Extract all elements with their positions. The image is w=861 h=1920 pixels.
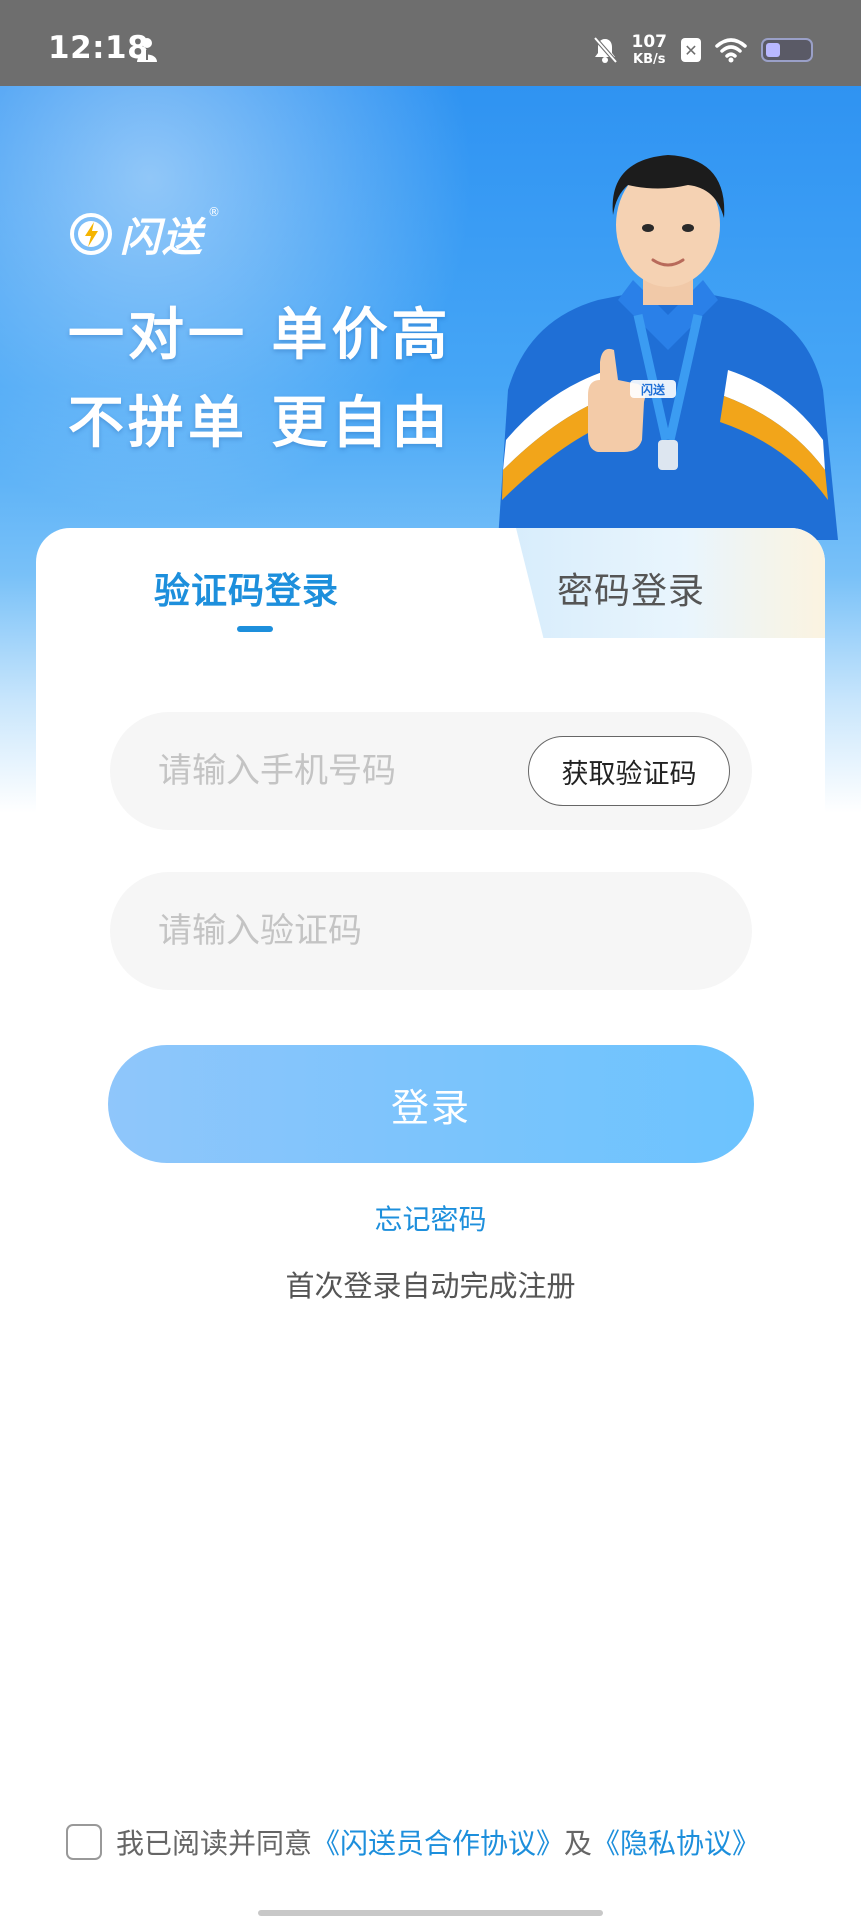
net-speed-value: 107 (631, 32, 668, 52)
person-icon (137, 38, 157, 62)
brand-name: 闪送 (120, 215, 204, 261)
forgot-password-link[interactable]: 忘记密码 (36, 1198, 825, 1238)
home-indicator[interactable] (258, 1910, 603, 1916)
get-code-button[interactable]: 获取验证码 (528, 736, 730, 806)
registered-mark: ® (208, 205, 220, 219)
brand-logo: 闪送 ® (68, 205, 220, 263)
slogan-line-1: 一对一 单价高 (68, 303, 452, 368)
phone-input[interactable] (158, 712, 538, 830)
status-bar: 12:18 107 KB/s ✕ (0, 0, 861, 86)
code-input[interactable] (158, 872, 538, 990)
lightning-logo-icon (70, 213, 112, 255)
jacket-badge-text: 闪送 (641, 382, 666, 397)
mute-bell-icon (592, 36, 618, 64)
courier-agreement-link[interactable]: 《闪送员合作协议》 (312, 1822, 564, 1862)
net-speed-unit: KB/s (633, 52, 666, 67)
privacy-agreement-link[interactable]: 《隐私协议》 (592, 1822, 760, 1862)
battery-level (766, 43, 780, 57)
agreement-row: 我已阅读并同意 《闪送员合作协议》 及 《隐私协议》 (66, 1822, 760, 1862)
tab-sms-login[interactable]: 验证码登录 (154, 562, 339, 614)
wifi-icon (715, 38, 747, 63)
courier-illustration: 闪送 (498, 155, 838, 540)
status-icons: 107 KB/s ✕ (592, 28, 813, 72)
status-time: 12:18 (48, 30, 150, 66)
code-field (110, 872, 752, 990)
tab-password-login[interactable]: 密码登录 (557, 562, 705, 614)
agreement-conjunction: 及 (564, 1827, 593, 1860)
sim-x-icon: ✕ (681, 38, 701, 62)
login-card: 验证码登录 密码登录 获取验证码 登录 忘记密码 首次登录自动完成注册 (36, 528, 825, 1728)
battery-icon (761, 38, 813, 62)
agreement-prefix: 我已阅读并同意 (116, 1827, 313, 1860)
login-button[interactable]: 登录 (108, 1045, 754, 1163)
agreement-checkbox[interactable] (66, 1824, 102, 1860)
net-speed: 107 KB/s (631, 32, 668, 67)
slogan-line-2: 不拼单 更自由 (68, 391, 452, 456)
auto-register-note: 首次登录自动完成注册 (285, 1269, 576, 1303)
phone-field: 获取验证码 (110, 712, 752, 830)
tab-active-indicator (237, 626, 273, 632)
